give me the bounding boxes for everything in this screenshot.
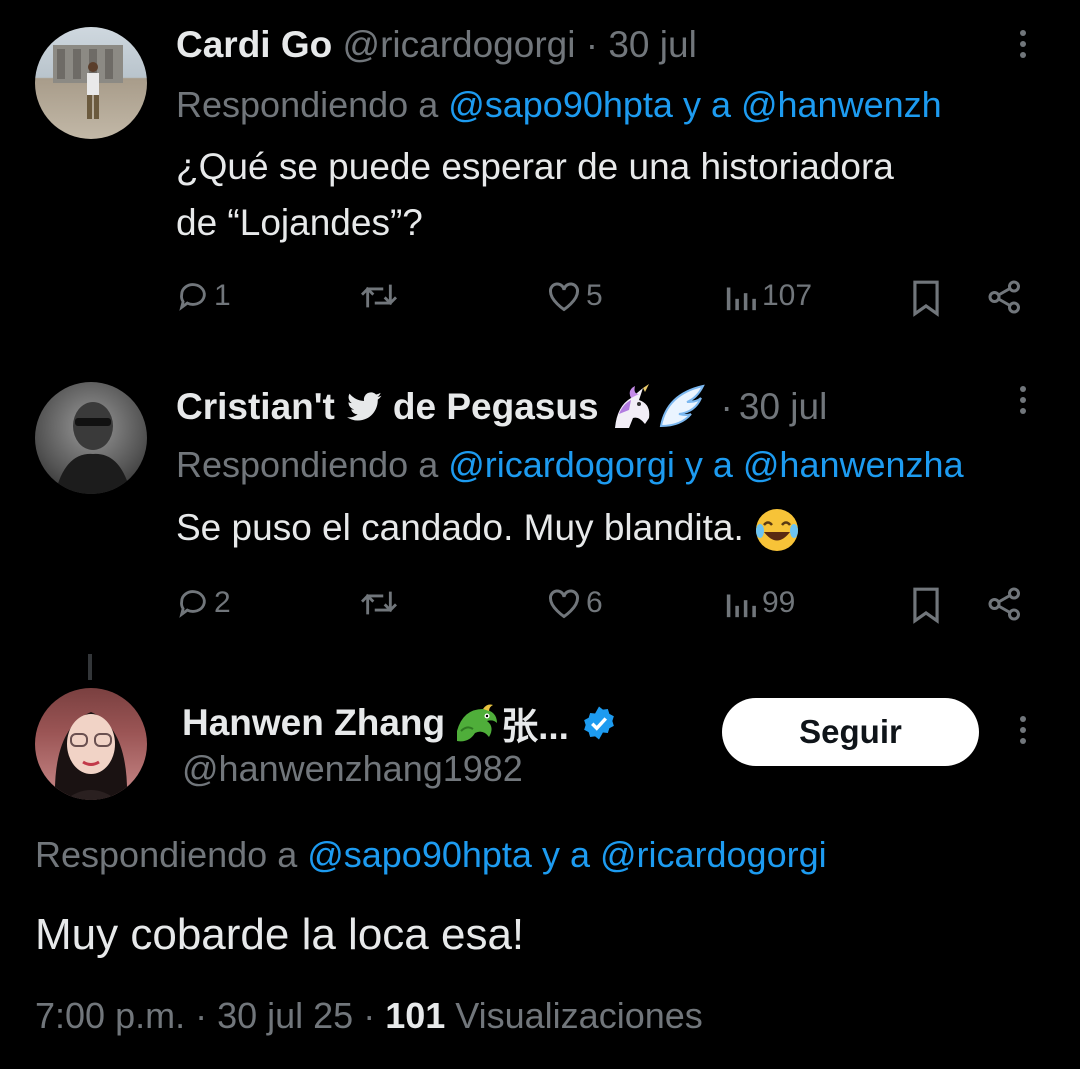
author-name-suffix[interactable]: 张... [501, 696, 569, 750]
retweet-icon [360, 591, 398, 615]
reply-button[interactable]: 2 [176, 586, 231, 620]
share-icon [988, 587, 1020, 621]
share-button[interactable] [986, 279, 1024, 320]
replying-prefix: Respondiendo a [176, 84, 449, 125]
retweet-button[interactable] [358, 279, 400, 313]
reply-count: 1 [214, 279, 231, 312]
reply-icon [179, 283, 206, 311]
author-name[interactable]: Hanwen Zhang [182, 702, 445, 744]
tweet-time[interactable]: 7:00 p.m. [35, 995, 185, 1036]
view-count: 99 [762, 586, 796, 619]
replying-and: y a [672, 84, 741, 125]
replying-and: y a [531, 834, 600, 875]
like-icon [548, 589, 580, 619]
unicorn-emoji [614, 384, 649, 428]
tweet-text-line: de “Lojandes”? [176, 202, 423, 243]
views-label[interactable]: Visualizaciones [445, 995, 702, 1036]
author-name[interactable]: Cristian't [176, 386, 335, 428]
meta-separator: · [353, 995, 386, 1036]
bird-icon [346, 392, 382, 421]
mention-link[interactable]: @ricardogorgi [600, 834, 827, 875]
verified-icon [584, 706, 614, 740]
avatar-cristiant[interactable] [35, 382, 147, 494]
mention-link[interactable]: @ricardogorgi [448, 444, 675, 485]
tweet-text-line: Se puso el candado. Muy blandita. [176, 507, 744, 548]
tweet-date[interactable]: 30 jul [608, 24, 696, 65]
bookmark-icon [913, 587, 939, 624]
like-count: 6 [586, 586, 603, 619]
views-button[interactable]: 107 [724, 279, 812, 313]
share-button[interactable] [986, 586, 1024, 627]
tweet-text: ¿Qué se puede esperar de una historiador… [176, 139, 894, 251]
mention-link[interactable]: @hanwenzha [743, 444, 964, 485]
author-name-suffix[interactable]: de Pegasus [393, 386, 599, 428]
author-handle[interactable]: @hanwenzhang1982 [182, 748, 523, 790]
more-icon[interactable] [1020, 386, 1028, 419]
replying-and: y a [674, 444, 743, 485]
retweet-button[interactable] [358, 586, 400, 620]
reply-icon [179, 590, 206, 618]
dragon-emoji [457, 704, 498, 742]
replying-to: Respondiendo a @ricardogorgi y a @hanwen… [176, 444, 964, 486]
more-icon[interactable] [1020, 716, 1028, 749]
views-button[interactable]: 99 [724, 586, 795, 620]
main-tweet-text: Muy cobarde la loca esa! [35, 910, 525, 959]
view-count: 107 [762, 279, 813, 312]
tweet-text: Se puso el candado. Muy blandita. [176, 500, 800, 556]
like-count: 5 [586, 279, 603, 312]
wing-emoji [659, 384, 705, 428]
replying-to: Respondiendo a @sapo90hpta y a @hanwenzh [176, 84, 942, 126]
views-icon [726, 287, 756, 311]
replying-prefix: Respondiendo a [176, 444, 449, 485]
avatar-hanwen-zhang[interactable] [35, 688, 147, 800]
retweet-icon [360, 284, 398, 308]
share-icon [988, 280, 1020, 314]
laughing-emoji [756, 509, 798, 552]
tweet-text-line: ¿Qué se puede esperar de una historiador… [176, 146, 894, 187]
replying-prefix: Respondiendo a [35, 834, 308, 875]
like-button[interactable]: 5 [546, 279, 603, 313]
author-handle[interactable]: @ricardogorgi [343, 24, 576, 65]
reply-count: 2 [214, 586, 231, 619]
tweet-date[interactable]: 30 jul [739, 386, 827, 428]
bookmark-button[interactable] [910, 279, 942, 322]
thread-connector-line [88, 654, 92, 680]
avatar-cardi-go[interactable] [35, 27, 147, 139]
replying-to: Respondiendo a @sapo90hpta y a @ricardog… [35, 834, 827, 876]
mention-link[interactable]: @sapo90hpta [448, 84, 673, 125]
views-icon [726, 594, 756, 618]
views-count[interactable]: 101 [385, 995, 445, 1036]
separator-dot: · [720, 386, 733, 427]
like-button[interactable]: 6 [546, 586, 603, 620]
bookmark-button[interactable] [910, 586, 942, 629]
author-name[interactable]: Cardi Go [176, 24, 332, 65]
reply-button[interactable]: 1 [176, 279, 231, 313]
tweet-date[interactable]: 30 jul 25 [217, 995, 353, 1036]
meta-separator: · [185, 995, 218, 1036]
bookmark-icon [913, 280, 939, 317]
follow-button[interactable]: Seguir [722, 698, 979, 766]
tweet-meta: 7:00 p.m. · 30 jul 25 · 101 Visualizacio… [35, 995, 703, 1037]
more-icon[interactable] [1020, 30, 1028, 63]
mention-link[interactable]: @sapo90hpta [307, 834, 532, 875]
like-icon [548, 282, 580, 312]
separator-dot: · [585, 24, 599, 65]
mention-link[interactable]: @hanwenzh [741, 84, 942, 125]
